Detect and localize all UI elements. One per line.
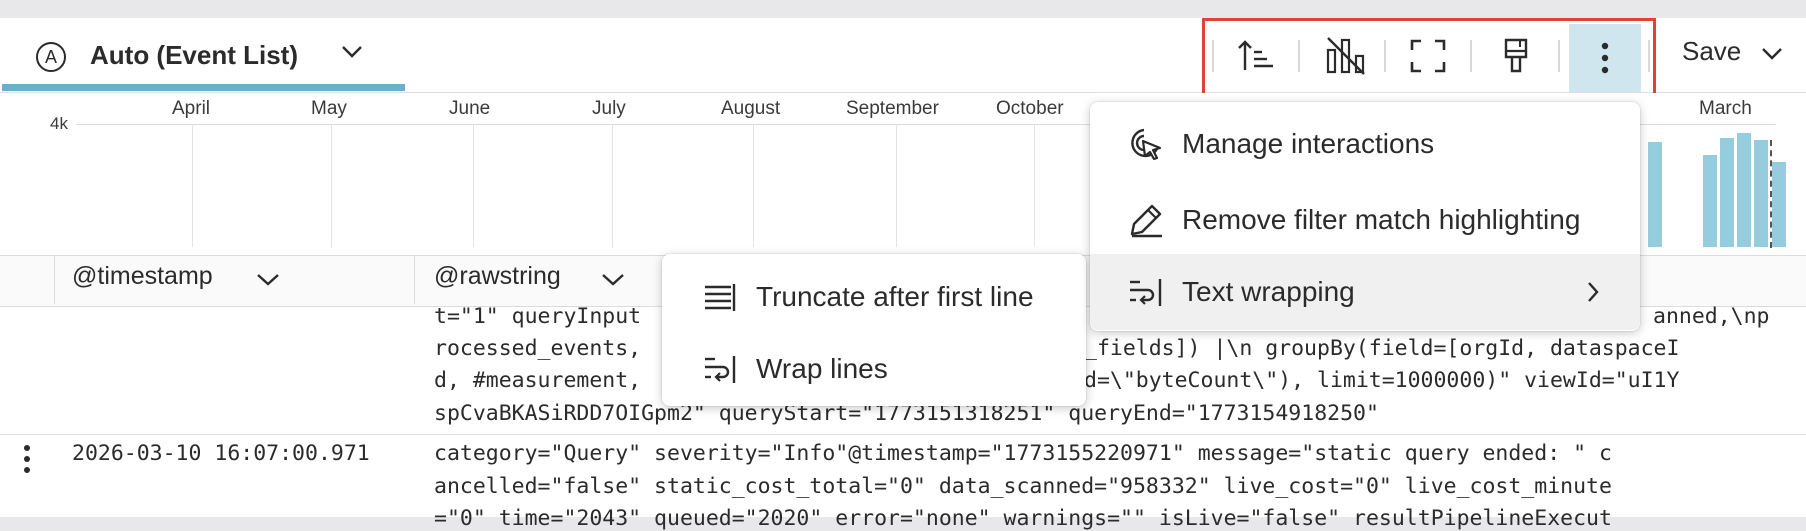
visualization-label[interactable]: Auto (Event List) (90, 40, 298, 71)
rawstring-line: anned,\np (1653, 304, 1770, 329)
wrap-lines-icon (705, 356, 736, 383)
row-menu-icon[interactable] (22, 444, 32, 474)
histogram-bar[interactable] (1720, 138, 1734, 247)
chevron-down-icon[interactable] (255, 272, 281, 288)
rawstring-line: ancelled="false" static_cost_total="0" d… (434, 474, 1612, 499)
month-label: May (311, 98, 347, 119)
row-divider (0, 434, 1806, 435)
chevron-down-icon[interactable] (600, 272, 626, 288)
gridline-vertical (331, 124, 332, 247)
rawstring-line: category="Query" severity="Info"@timesta… (434, 441, 1612, 466)
column-divider (54, 256, 55, 304)
sort-button[interactable] (1228, 34, 1284, 78)
more-vertical-icon (1601, 42, 1609, 74)
gridline-vertical (753, 124, 754, 247)
toolbar-separator (1558, 40, 1560, 72)
month-label: March (1699, 98, 1752, 119)
toolbar-separator (1298, 40, 1300, 72)
month-label: June (449, 98, 491, 119)
column-header-timestamp[interactable]: @timestamp (72, 262, 213, 291)
gridline-vertical (1034, 124, 1035, 247)
paint-brush-icon (1504, 38, 1528, 73)
column-divider (414, 256, 415, 304)
histogram-bar[interactable] (1772, 162, 1786, 247)
menu-item-wrap-lines[interactable]: Wrap lines (662, 338, 1086, 400)
menu-item-text-wrapping[interactable]: Text wrapping (1090, 254, 1640, 330)
save-button[interactable]: Save (1682, 36, 1741, 67)
fullscreen-icon (1410, 39, 1446, 73)
month-label: July (592, 98, 626, 119)
gridline-vertical (192, 124, 193, 247)
menu-item-label: Remove filter match highlighting (1182, 204, 1581, 235)
month-label: April (172, 98, 211, 119)
rawstring-line: ="0" time="2043" queued="2020" error="no… (434, 506, 1612, 531)
histogram-bar[interactable] (1648, 142, 1662, 247)
menu-item-label: Manage interactions (1182, 128, 1435, 159)
active-tab-indicator (2, 84, 405, 91)
month-label: September (846, 98, 939, 119)
histogram-bar[interactable] (1737, 133, 1751, 247)
sort-ascending-icon (1238, 40, 1273, 70)
truncate-lines-icon (705, 284, 736, 311)
gridline-vertical (473, 124, 474, 247)
rawstring-line: d=\"byteCount\"), limit=1000000)" viewId… (1084, 368, 1680, 393)
more-options-button[interactable] (1569, 24, 1641, 92)
cursor-click-icon (1131, 128, 1162, 161)
menu-item-label: Wrap lines (756, 353, 888, 384)
y-axis-tick: 4k (50, 114, 68, 133)
rawstring-line: rocessed_events, (434, 336, 642, 361)
column-header-rawstring[interactable]: @rawstring (434, 262, 561, 291)
circle-a-icon: A (36, 42, 66, 72)
timestamp-cell: 2026-03-10 16:07:00.971 (72, 441, 370, 466)
hide-chart-button[interactable] (1318, 34, 1374, 78)
month-label: August (721, 98, 781, 119)
chevron-right-icon (1588, 282, 1599, 302)
histogram-bar[interactable] (1754, 140, 1768, 247)
hide-chart-icon (1326, 37, 1365, 75)
chevron-down-icon[interactable] (1760, 46, 1784, 62)
eraser-pen-icon (1130, 204, 1162, 238)
text-wrapping-submenu: Truncate after first line Wrap lines (662, 254, 1086, 406)
toolbar-separator (1384, 40, 1386, 72)
menu-item-label: Text wrapping (1182, 276, 1355, 307)
toolbar-separator (1212, 40, 1214, 72)
menu-item-remove-highlighting[interactable]: Remove filter match highlighting (1090, 186, 1640, 254)
month-label: October (996, 98, 1064, 119)
fullscreen-button[interactable] (1400, 34, 1456, 78)
rawstring-line: _fields]) |\n groupBy(field=[orgId, data… (1084, 336, 1680, 361)
menu-item-manage-interactions[interactable]: Manage interactions (1090, 110, 1640, 178)
current-time-marker (1770, 140, 1772, 248)
more-options-menu: Manage interactions Remove filter match … (1090, 102, 1640, 331)
menu-item-truncate[interactable]: Truncate after first line (662, 266, 1086, 328)
toolbar-separator (1648, 40, 1650, 72)
rawstring-line: t="1" queryInput (434, 304, 642, 329)
menu-item-label: Truncate after first line (756, 281, 1034, 312)
gridline-vertical (612, 124, 613, 247)
chevron-down-icon[interactable] (340, 44, 364, 60)
style-button[interactable] (1488, 34, 1544, 78)
rawstring-line: d, #measurement, (434, 368, 642, 393)
gridline-vertical (896, 124, 897, 247)
histogram-bar[interactable] (1703, 155, 1717, 247)
text-wrap-icon (1130, 279, 1162, 306)
toolbar-separator (1470, 40, 1472, 72)
